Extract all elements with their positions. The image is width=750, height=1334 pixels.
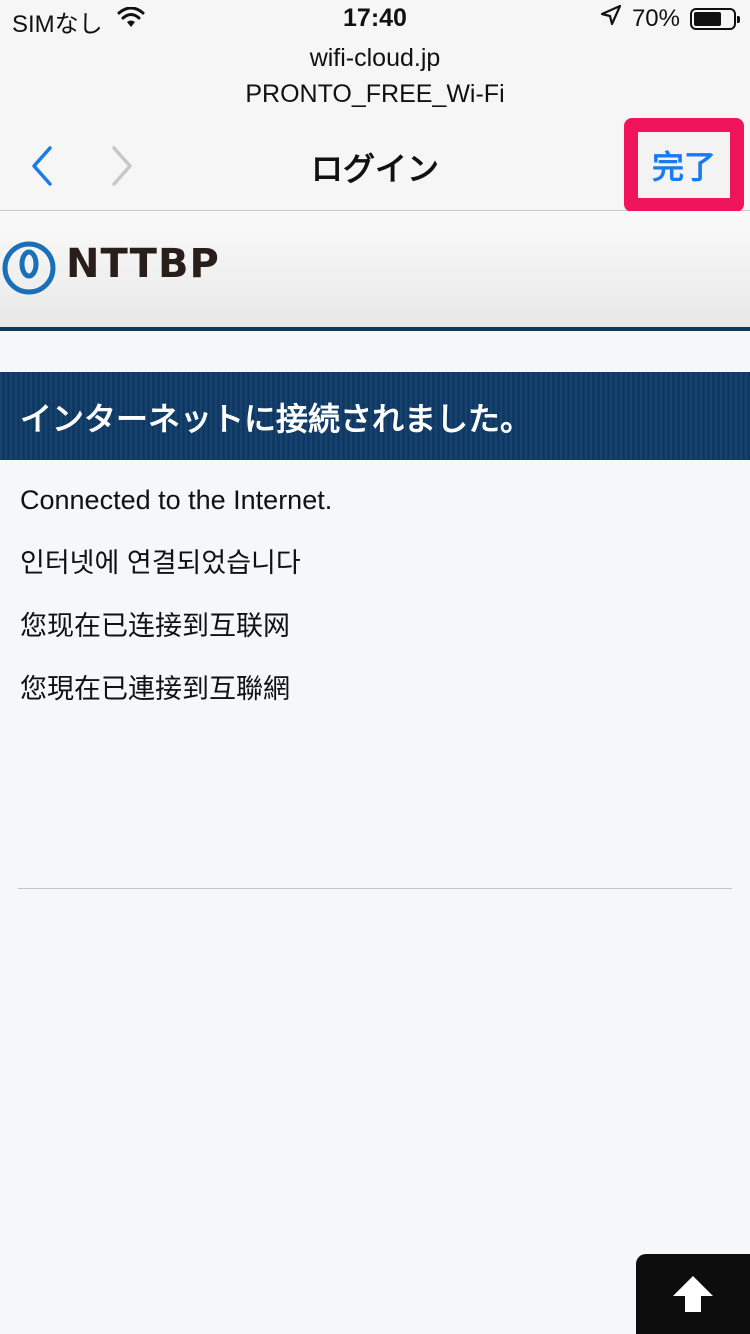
done-button[interactable]: 完了	[638, 132, 730, 198]
url-label: wifi-cloud.jp	[309, 44, 441, 72]
logo-text: NTTBP	[66, 241, 220, 287]
scroll-top-button[interactable]	[636, 1254, 750, 1334]
banner-text: インターネットに接続されました。	[20, 401, 533, 437]
message-english: Connected to the Internet.	[20, 485, 333, 515]
status-right: 70%	[600, 4, 740, 33]
page: SIMなし 17:40 70% wifi-cloud.jp PRONTO_FRE…	[0, 0, 750, 1334]
nttbp-logo-icon	[2, 241, 56, 295]
battery-icon	[690, 7, 740, 30]
arrow-up-icon	[673, 1276, 713, 1312]
message-chinese-traditional: 您現在已連接到互聯網	[20, 674, 290, 704]
status-bar: SIMなし 17:40 70%	[0, 0, 750, 40]
done-highlight: 完了	[624, 118, 744, 212]
message-korean: 인터넷에 연결되었습니다	[20, 548, 301, 578]
browser-header: wifi-cloud.jp PRONTO_FREE_Wi-Fi ログイン 完了	[0, 40, 750, 212]
connected-banner: インターネットに接続されました。	[0, 372, 750, 460]
message-list: Connected to the Internet. 인터넷에 연결되었습니다 …	[20, 482, 730, 734]
site-header: NTTBP	[0, 211, 750, 331]
battery-percent: 70%	[631, 4, 680, 32]
battery-fill	[694, 11, 721, 26]
divider	[18, 888, 732, 889]
location-arrow-icon	[600, 4, 622, 33]
ssid-label: PRONTO_FREE_Wi-Fi	[245, 80, 505, 108]
message-chinese-simplified: 您现在已连接到互联网	[20, 611, 290, 641]
